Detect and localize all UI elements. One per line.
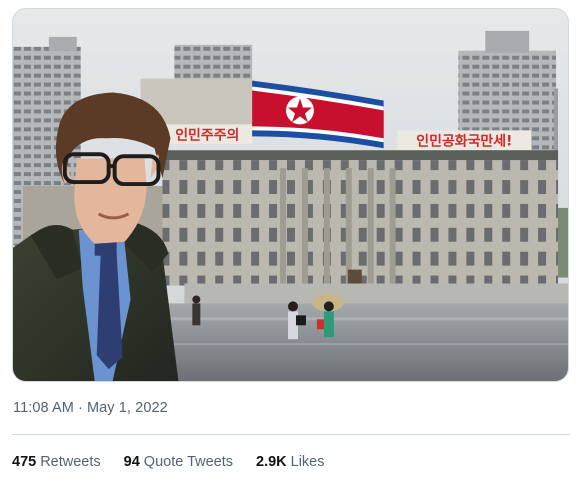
retweets-label: Retweets <box>40 454 101 470</box>
grand-hall <box>162 150 559 290</box>
right-banner-text: 인민공화국만세! <box>416 132 512 149</box>
left-banner-text: 인민주주의 <box>175 126 239 143</box>
plaza-steps <box>184 283 568 306</box>
tweet-timestamp[interactable]: 11:08 AM · May 1, 2022 <box>13 400 168 416</box>
retweets-stat[interactable]: 475 Retweets <box>12 454 101 470</box>
tweet-date: May 1, 2022 <box>86 400 168 416</box>
retweets-count: 475 <box>12 454 37 470</box>
tweet-photo[interactable]: 인민주주의 인민공화국만세! <box>12 8 569 382</box>
tweet-time: 11:08 AM <box>13 400 74 416</box>
likes-count: 2.9K <box>256 454 287 470</box>
timestamp-separator: · <box>78 400 83 416</box>
likes-stat[interactable]: 2.9K Likes <box>256 454 325 470</box>
quote-tweets-label: Quote Tweets <box>143 454 233 470</box>
tweet-detail: 인민주주의 인민공화국만세! 11:08 AM · May 1, 2022 47… <box>0 0 582 483</box>
engagement-stats: 475 Retweets 94 Quote Tweets 2.9K Likes <box>12 454 325 470</box>
likes-label: Likes <box>290 454 325 470</box>
quote-tweets-count: 94 <box>123 454 140 470</box>
photo-scene: 인민주주의 인민공화국만세! <box>13 9 568 381</box>
quote-tweets-stat[interactable]: 94 Quote Tweets <box>124 454 233 470</box>
stats-divider <box>12 434 570 435</box>
